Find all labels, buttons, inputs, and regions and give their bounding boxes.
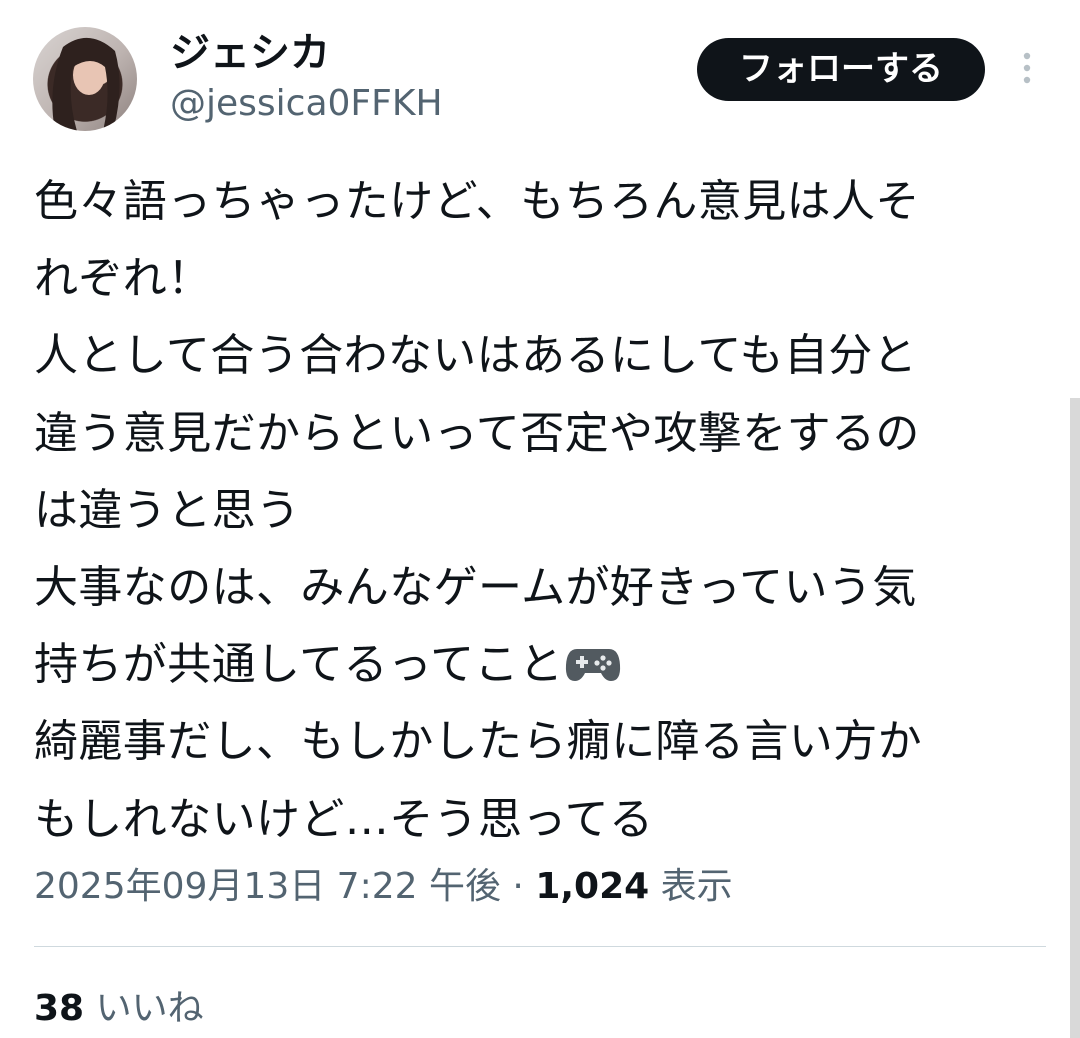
tweet-line: 違う意見だからといって否定や攻撃をするの	[34, 407, 920, 459]
avatar-image	[52, 38, 120, 131]
display-name[interactable]: ジェシカ	[170, 28, 330, 78]
likes-label: いいね	[95, 988, 204, 1029]
views-label: 表示	[660, 866, 733, 907]
follow-button[interactable]: フォローする	[697, 38, 985, 101]
timestamp[interactable]: 2025年09月13日 7:22 午後	[34, 866, 501, 907]
tweet-line: 人として合う合わないはあるにしても自分と	[34, 330, 918, 382]
tweet-line: 綺麗事だし、もしかしたら癇に障る言い方か	[34, 716, 922, 768]
tweet-meta: 2025年09月13日 7:22 午後 · 1,024 表示	[34, 862, 733, 912]
likes-stat[interactable]: 38 いいね	[34, 984, 204, 1034]
tweet-line: 大事なのは、みんなゲームが好きっていう気	[34, 562, 917, 614]
video-game-controller-icon	[565, 630, 621, 682]
scrollbar[interactable]	[1070, 398, 1080, 1038]
likes-count: 38	[34, 988, 85, 1029]
tweet-line: もしれないけど…そう思ってる	[34, 793, 654, 845]
tweet-line: れぞれ！	[34, 253, 212, 305]
user-handle[interactable]: @jessica0FFKH	[170, 80, 443, 128]
avatar[interactable]	[33, 27, 137, 131]
tweet-text: 色々語っちゃったけど、もちろん意見は人そ れぞれ！ 人として合う合わないはあるに…	[34, 163, 1044, 858]
tweet-line-text: 持ちが共通してるってこと	[34, 639, 564, 691]
divider	[34, 946, 1046, 947]
views-count: 1,024	[535, 866, 650, 907]
tweet-line: は違うと思う	[34, 484, 301, 536]
tweet-line: 色々語っちゃったけど、もちろん意見は人そ	[34, 176, 920, 227]
meta-separator: ·	[512, 866, 524, 907]
more-vertical-icon[interactable]	[1012, 50, 1042, 90]
tweet-line-with-emoji: 持ちが共通してるってこと	[34, 626, 1044, 703]
